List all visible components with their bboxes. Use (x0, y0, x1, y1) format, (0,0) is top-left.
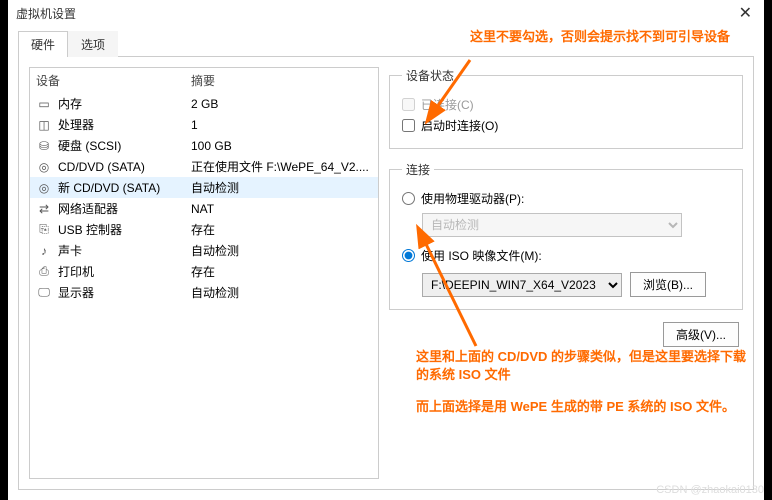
use-physical-radio[interactable] (402, 192, 415, 205)
device-summary: 自动检测 (191, 242, 372, 259)
device-summary: 2 GB (191, 97, 372, 111)
watermark: CSDN @zhaokai0130 (656, 484, 764, 496)
cpu-icon: ◫ (36, 117, 52, 133)
header-device: 设备 (36, 72, 191, 89)
device-name: 显示器 (58, 284, 191, 301)
device-row[interactable]: 🖵 显示器自动检测 (30, 282, 378, 303)
cd-icon: ◎ (36, 159, 52, 175)
use-physical-row[interactable]: 使用物理驱动器(P): (402, 188, 730, 209)
connected-label: 已连接(C) (421, 96, 474, 113)
display-icon: 🖵 (36, 285, 52, 301)
device-row[interactable]: ◎ 新 CD/DVD (SATA)自动检测 (30, 177, 378, 198)
sound-icon: ♪ (36, 243, 52, 259)
connect-on-power-row[interactable]: 启动时连接(O) (402, 115, 730, 136)
connection-legend: 连接 (402, 161, 434, 178)
device-row[interactable]: ♪ 声卡自动检测 (30, 240, 378, 261)
advanced-row: 高级(V)... (389, 322, 743, 347)
close-icon[interactable]: ✕ (735, 3, 756, 23)
tab-options[interactable]: 选项 (68, 31, 118, 57)
titlebar: 虚拟机设置 ✕ (8, 0, 764, 26)
connect-on-power-label: 启动时连接(O) (421, 117, 498, 134)
device-rows: ▭ 内存2 GB ◫ 处理器1 ⛁ 硬盘 (SCSI)100 GB ◎ CD/DVD (SAT… (30, 93, 378, 303)
use-iso-label: 使用 ISO 映像文件(M): (421, 247, 542, 264)
device-row[interactable]: ⎙ 打印机存在 (30, 261, 378, 282)
device-status-legend: 设备状态 (402, 67, 458, 84)
device-summary: 1 (191, 118, 372, 132)
connected-checkbox-row: 已连接(C) (402, 94, 730, 115)
tab-hardware[interactable]: 硬件 (18, 31, 68, 57)
device-row[interactable]: ⛁ 硬盘 (SCSI)100 GB (30, 135, 378, 156)
device-status-group: 设备状态 已连接(C) 启动时连接(O) (389, 67, 743, 149)
device-summary: 自动检测 (191, 284, 372, 301)
device-summary: 正在使用文件 F:\WePE_64_V2.... (191, 158, 372, 175)
device-list: 设备 摘要 ▭ 内存2 GB ◫ 处理器1 ⛁ 硬盘 (SCSI)100 GB ◎ CD/DV… (29, 67, 379, 479)
device-row[interactable]: ▭ 内存2 GB (30, 93, 378, 114)
device-row[interactable]: ◎ CD/DVD (SATA)正在使用文件 F:\WePE_64_V2.... (30, 156, 378, 177)
device-row[interactable]: ⇄ 网络适配器NAT (30, 198, 378, 219)
device-row[interactable]: ⎘ USB 控制器存在 (30, 219, 378, 240)
usb-icon: ⎘ (36, 222, 52, 238)
device-name: 硬盘 (SCSI) (58, 137, 191, 154)
net-icon: ⇄ (36, 201, 52, 217)
device-name: 网络适配器 (58, 200, 191, 217)
iso-path-select[interactable]: F:\DEEPIN_WIN7_X64_V2023 (422, 273, 622, 297)
use-iso-radio[interactable] (402, 249, 415, 262)
device-name: 打印机 (58, 263, 191, 280)
device-summary: 100 GB (191, 139, 372, 153)
window-title: 虚拟机设置 (16, 5, 735, 22)
auto-detect-select: 自动检测 (422, 213, 682, 237)
use-iso-row[interactable]: 使用 ISO 映像文件(M): (402, 245, 730, 266)
device-name: 内存 (58, 95, 191, 112)
right-pane: 设备状态 已连接(C) 启动时连接(O) 连接 使用物理驱动器(P): (389, 67, 743, 479)
use-physical-label: 使用物理驱动器(P): (421, 190, 524, 207)
device-summary: NAT (191, 202, 372, 216)
device-name: 声卡 (58, 242, 191, 259)
device-name: 处理器 (58, 116, 191, 133)
device-name: 新 CD/DVD (SATA) (58, 179, 191, 196)
iso-row: F:\DEEPIN_WIN7_X64_V2023 浏览(B)... (422, 272, 730, 297)
device-list-header: 设备 摘要 (30, 68, 378, 93)
memory-icon: ▭ (36, 96, 52, 112)
content: 设备 摘要 ▭ 内存2 GB ◫ 处理器1 ⛁ 硬盘 (SCSI)100 GB ◎ CD/DV… (18, 57, 754, 490)
connect-on-power-checkbox[interactable] (402, 119, 415, 132)
cd-icon: ◎ (36, 180, 52, 196)
left-pane: 设备 摘要 ▭ 内存2 GB ◫ 处理器1 ⛁ 硬盘 (SCSI)100 GB ◎ CD/DV… (29, 67, 379, 479)
printer-icon: ⎙ (36, 264, 52, 280)
header-summary: 摘要 (191, 72, 372, 89)
connected-checkbox (402, 98, 415, 111)
disk-icon: ⛁ (36, 138, 52, 154)
device-summary: 存在 (191, 221, 372, 238)
tabs: 硬件 选项 (18, 30, 754, 57)
connection-group: 连接 使用物理驱动器(P): 自动检测 使用 ISO 映像文件(M): (389, 161, 743, 310)
device-name: USB 控制器 (58, 221, 191, 238)
dialog-body: 硬件 选项 设备 摘要 ▭ 内存2 GB ◫ 处理器1 ⛁ 硬盘 (SCSI)100 GB… (8, 26, 764, 500)
device-summary: 自动检测 (191, 179, 372, 196)
device-name: CD/DVD (SATA) (58, 160, 191, 174)
browse-button[interactable]: 浏览(B)... (630, 272, 706, 297)
auto-detect-row: 自动检测 (422, 213, 730, 237)
device-summary: 存在 (191, 263, 372, 280)
advanced-button[interactable]: 高级(V)... (663, 322, 739, 347)
settings-window: 虚拟机设置 ✕ 硬件 选项 设备 摘要 ▭ 内存2 GB ◫ 处理器1 ⛁ 硬盘 (SCS… (8, 0, 764, 500)
device-row[interactable]: ◫ 处理器1 (30, 114, 378, 135)
